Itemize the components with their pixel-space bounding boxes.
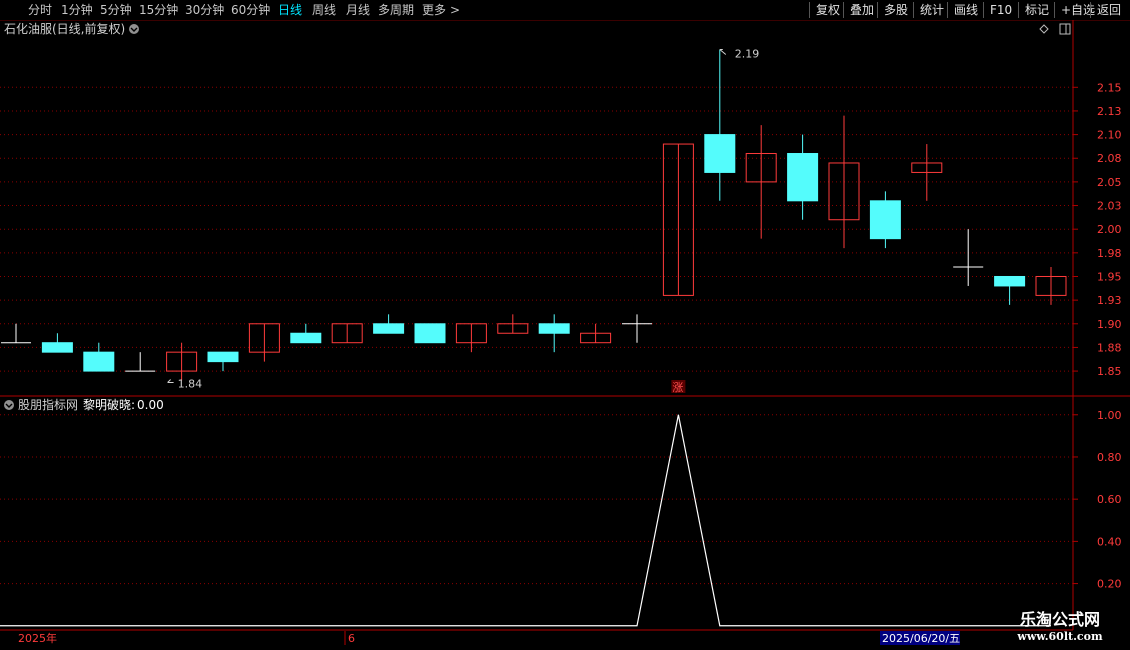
main-panel-title: 石化油服(日线,前复权) — [4, 21, 125, 36]
indicator-colon: : — [131, 398, 135, 412]
price-tick-label: 2.00 — [1097, 223, 1122, 236]
period-tab-3[interactable]: 15分钟 — [139, 2, 178, 18]
period-tab-2[interactable]: 5分钟 — [100, 2, 132, 18]
candle-body — [373, 323, 405, 334]
period-tab-10[interactable]: 更多 — [422, 2, 446, 18]
indicator-dropdown-icon[interactable] — [4, 400, 14, 410]
indicator-tick-label: 1.00 — [1097, 409, 1122, 422]
toolbar-button-3[interactable]: 统计 — [913, 2, 950, 18]
candle-body — [414, 323, 446, 344]
watermark-title: 乐淘公式网 — [1019, 610, 1100, 629]
price-tick-label: 1.95 — [1097, 270, 1122, 283]
price-tick-label: 2.13 — [1097, 105, 1122, 118]
indicator-grid — [0, 414, 1073, 585]
price-tick-label: 1.98 — [1097, 247, 1122, 260]
indicator-tick-label: 0.60 — [1097, 493, 1122, 506]
toolbar-button-6[interactable]: 标记 — [1018, 2, 1055, 18]
watermark-url: www.60lt.com — [1017, 630, 1103, 643]
price-axis: 1.85 1.88 1.90 1.93 1.95 1.98 2.00 2.03 2.05 2.08… — [1073, 81, 1122, 378]
period-tab-7[interactable]: 周线 — [312, 2, 336, 18]
low-marker-icon — [167, 379, 174, 384]
cursor-date: 2025/06/20/五 — [882, 632, 960, 645]
price-tick-label: 1.93 — [1097, 294, 1122, 307]
indicator-name: 黎明破晓 — [83, 397, 131, 412]
price-tick-label: 2.10 — [1097, 129, 1122, 142]
price-tick-label: 2.05 — [1097, 176, 1122, 189]
price-tick-label: 1.90 — [1097, 318, 1122, 331]
candlestick-series — [1, 49, 1067, 381]
candle-body — [869, 200, 901, 240]
period-tab-1[interactable]: 1分钟 — [61, 2, 93, 18]
candle-body — [290, 332, 322, 344]
toolbar-button-4[interactable]: 画线 — [947, 2, 984, 18]
high-price-label: 2.19 — [735, 47, 760, 60]
date-month-label: 6 — [348, 632, 355, 645]
panel-layout-icon[interactable] — [1059, 23, 1071, 35]
indicator-tick-label: 0.20 — [1097, 578, 1122, 591]
price-tick-label: 2.15 — [1097, 81, 1122, 94]
period-tab-5[interactable]: 60分钟 — [231, 2, 270, 18]
price-tick-label: 2.08 — [1097, 152, 1122, 165]
more-chevron-icon[interactable]: > — [450, 2, 460, 18]
toolbar-button-0[interactable]: 复权 — [809, 2, 846, 18]
period-tab-8[interactable]: 月线 — [346, 2, 370, 18]
title-dropdown-icon[interactable] — [129, 24, 139, 34]
period-tab-0[interactable]: 分时 — [28, 2, 52, 18]
rise-marker: 涨 — [672, 381, 683, 394]
main-grid — [0, 86, 1073, 372]
candle-body — [83, 351, 115, 372]
chart-area: 石化油服(日线,前复权) 1.85 1.88 1.90 1.93 1.95 1.98 2.0… — [0, 20, 1130, 645]
indicator-tick-label: 0.40 — [1097, 535, 1122, 548]
indicator-source: 股朋指标网 — [18, 397, 78, 412]
period-tab-9[interactable]: 多周期 — [378, 2, 414, 18]
toolbar-button-1[interactable]: 叠加 — [843, 2, 880, 18]
candle-body — [787, 153, 819, 202]
toolbar-button-2[interactable]: 多股 — [877, 2, 914, 18]
period-toolbar: 分时 1分钟 5分钟 15分钟 30分钟 60分钟 日线 周线 月线 多周期 更多 > 复权 叠加 多股 统计… — [0, 0, 1130, 21]
price-tick-label: 2.03 — [1097, 200, 1122, 213]
low-price-label: 1.84 — [178, 378, 203, 391]
high-marker-icon — [719, 48, 727, 55]
indicator-tick-label: 0.80 — [1097, 451, 1122, 464]
diamond-icon[interactable] — [1039, 24, 1049, 34]
indicator-value: 0.00 — [137, 398, 164, 412]
candle-body — [41, 342, 73, 353]
indicator-line — [0, 414, 1051, 627]
candle-body — [994, 275, 1026, 287]
candle-body — [538, 323, 570, 334]
price-tick-label: 1.88 — [1097, 341, 1122, 354]
period-tab-4[interactable]: 30分钟 — [185, 2, 224, 18]
candle-body — [207, 351, 239, 363]
indicator-axis: 0.20 0.40 0.60 0.80 1.00 — [1073, 409, 1122, 591]
toolbar-button-5[interactable]: F10 — [983, 2, 1018, 18]
date-year-label: 2025年 — [18, 631, 57, 645]
toolbar-button-8[interactable]: 返回 — [1090, 2, 1127, 18]
watermark: 乐淘公式网 www.60lt.com — [990, 606, 1130, 650]
period-tab-6[interactable]: 日线 — [278, 2, 302, 18]
candle-body — [704, 134, 736, 173]
price-tick-label: 1.85 — [1097, 365, 1122, 378]
